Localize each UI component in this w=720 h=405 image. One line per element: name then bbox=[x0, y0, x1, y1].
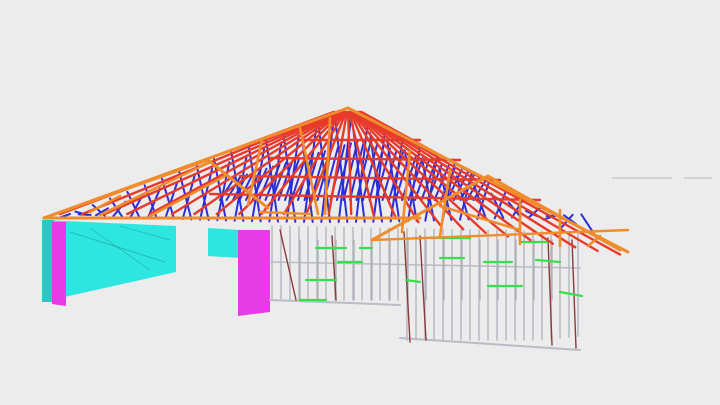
stud-brace bbox=[279, 229, 297, 301]
rafter-member bbox=[258, 210, 312, 216]
rafter-member bbox=[98, 160, 212, 217]
roof-truss-framing-model[interactable] bbox=[0, 0, 720, 405]
wall-frames bbox=[269, 225, 584, 351]
wall-plate bbox=[399, 337, 581, 351]
noggin bbox=[534, 258, 562, 264]
3d-model-viewport[interactable] bbox=[0, 0, 720, 405]
cyan-wall-panel-inner bbox=[208, 228, 240, 258]
